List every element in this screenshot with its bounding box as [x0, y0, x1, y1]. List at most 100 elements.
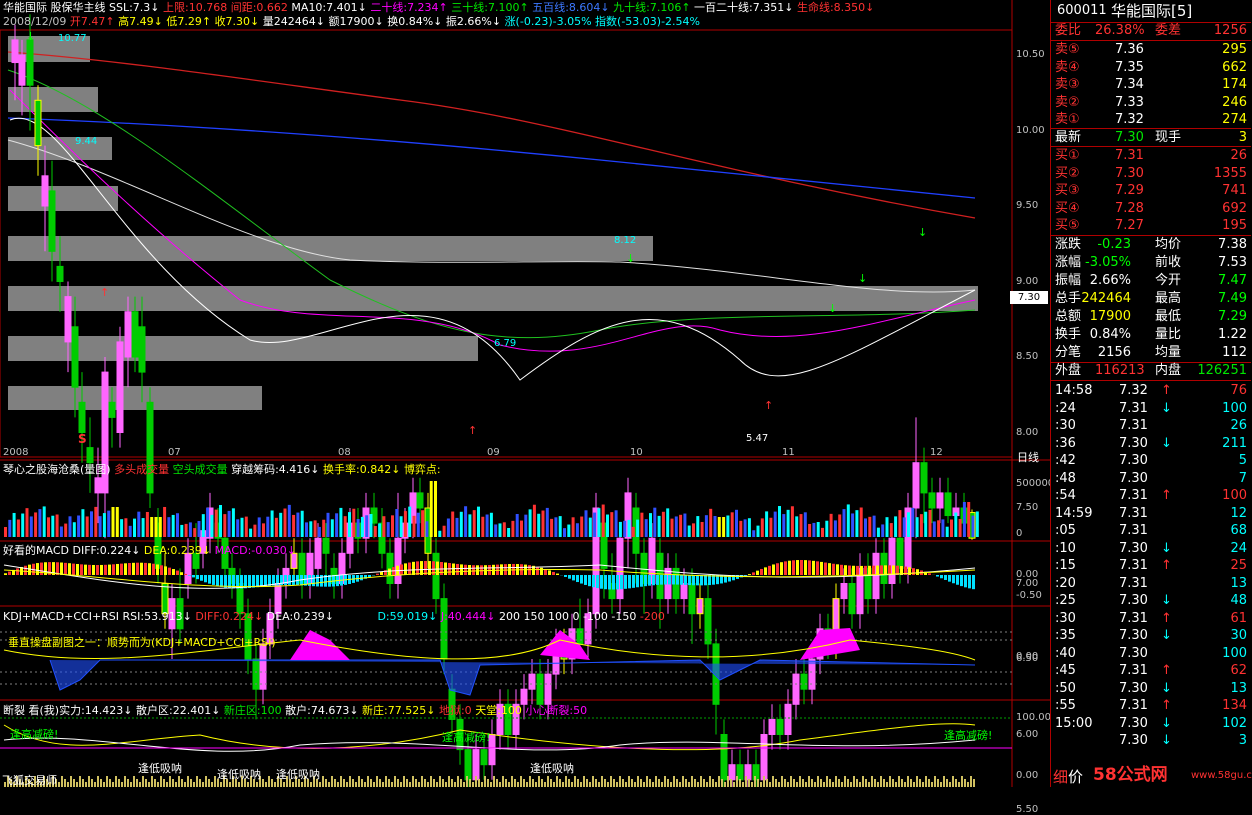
macd-bar-up [460, 564, 463, 575]
stat-row[interactable]: 总额17900最低7.29 [1051, 307, 1251, 326]
buy-row[interactable]: 买⑤7.27195 [1051, 216, 1251, 235]
sell-row[interactable]: 卖②7.33246 [1051, 93, 1251, 112]
tick-row[interactable]: :357.30↓30 [1051, 627, 1251, 644]
tick-row[interactable]: 14:597.3112 [1051, 505, 1251, 522]
tick-row[interactable]: :557.31↑134 [1051, 697, 1251, 714]
break-bar [403, 776, 405, 787]
tick-row[interactable]: :367.30↓211 [1051, 435, 1251, 452]
break-bar [361, 779, 363, 787]
volume-bar [516, 514, 519, 537]
volume-bar [580, 517, 583, 537]
candle-body [473, 750, 479, 780]
volume-bar [361, 517, 364, 537]
tick-row[interactable]: :307.31↑61 [1051, 610, 1251, 627]
break-bar [715, 782, 717, 787]
macd-bar-down [708, 575, 711, 585]
tick-time: :35 [1055, 627, 1076, 644]
break-bar [838, 779, 840, 787]
buy-volume: 692 [1222, 199, 1247, 218]
tick-row[interactable]: :247.31↓100 [1051, 400, 1251, 417]
volume-bar [262, 523, 265, 537]
candle-body [841, 584, 847, 599]
tick-row[interactable]: 7.30↓3 [1051, 732, 1251, 749]
stat-value: 2.66% [1090, 271, 1131, 290]
volume-bar [632, 527, 635, 537]
break-bar [745, 776, 747, 787]
volume-bar [167, 517, 170, 537]
stat-label: 分笔 [1055, 343, 1081, 362]
volume-bar [739, 521, 742, 537]
candle-body [921, 463, 927, 493]
break-bar [70, 776, 72, 787]
weibi-row: 委比 26.38% 委差 1256 [1051, 21, 1251, 40]
sell-row[interactable]: 卖④7.35662 [1051, 58, 1251, 77]
break-bar [175, 782, 177, 787]
macd-bar-up [776, 563, 779, 575]
tick-row[interactable]: :427.305 [1051, 452, 1251, 469]
macd-bar-up [8, 572, 11, 575]
quote-panel: 600011 华能国际[5] 委比 26.38% 委差 1256 卖⑤7.362… [1050, 0, 1252, 787]
stock-code: 600011 [1057, 0, 1107, 22]
sell-volume: 295 [1222, 40, 1247, 59]
buy-row[interactable]: 买④7.28692 [1051, 199, 1251, 218]
tick-row[interactable]: 14:587.32↑76 [1051, 382, 1251, 399]
tick-row[interactable]: :057.3168 [1051, 522, 1251, 539]
tick-row[interactable]: :157.31↑25 [1051, 557, 1251, 574]
break-bar [301, 782, 303, 787]
volume-bar [176, 513, 179, 537]
break-bar [73, 779, 75, 787]
sell-row[interactable]: 卖③7.34174 [1051, 75, 1251, 94]
tick-row[interactable]: 15:007.30↓102 [1051, 715, 1251, 732]
volume-bar [438, 531, 441, 537]
break-bar [319, 782, 321, 787]
stat-row[interactable]: 总手242464最高7.49 [1051, 289, 1251, 308]
period-label[interactable]: 日线 [1017, 449, 1039, 465]
volume-bar [550, 519, 553, 537]
tick-row[interactable]: :107.30↓24 [1051, 540, 1251, 557]
candle-body [873, 553, 879, 598]
tab-price[interactable]: 价 [1068, 768, 1083, 786]
kdj-d: D:59.019↓ [377, 610, 437, 623]
price-chart[interactable]: ↓↓↓↓↓↑↑↑ [0, 0, 1050, 787]
stat-row[interactable]: 振幅2.66%今开7.47 [1051, 271, 1251, 290]
tick-row[interactable]: :407.30100 [1051, 645, 1251, 662]
buy-row[interactable]: 买③7.29741 [1051, 181, 1251, 200]
break-bar [187, 776, 189, 787]
volume-bar [81, 509, 84, 537]
macd-bar-up [84, 565, 87, 575]
stat-row[interactable]: 换手0.84%量比1.22 [1051, 325, 1251, 344]
stat-row[interactable]: 分笔2156均量112 [1051, 343, 1251, 362]
stat-row[interactable]: 涨跌-0.23均价7.38 [1051, 235, 1251, 254]
tick-price: 7.32 [1119, 382, 1148, 399]
break-bar [577, 779, 579, 787]
break-bar [445, 782, 447, 787]
stat-row[interactable]: 涨幅-3.05%前收7.53 [1051, 253, 1251, 272]
break-bar [736, 776, 738, 787]
tick-row[interactable]: :487.307 [1051, 470, 1251, 487]
tick-row[interactable]: :457.31↑62 [1051, 662, 1251, 679]
volume-bar [847, 504, 850, 537]
sell-row[interactable]: 卖①7.32274 [1051, 110, 1251, 129]
break-bar [598, 782, 600, 787]
tick-volume: 13 [1230, 680, 1247, 697]
tick-row[interactable]: :207.3113 [1051, 575, 1251, 592]
tick-row[interactable]: :257.30↓48 [1051, 592, 1251, 609]
candle-body [801, 674, 807, 689]
line20-value: 二十线:7.234↑ [370, 1, 447, 14]
macd-bar-up [36, 563, 39, 575]
volume-bar [451, 512, 454, 537]
volume-bar [709, 509, 712, 537]
break-bar [547, 776, 549, 787]
tick-direction: ↑ [1161, 662, 1172, 679]
tick-row[interactable]: :307.3126 [1051, 417, 1251, 434]
tick-time: :45 [1055, 662, 1076, 679]
tick-row[interactable]: :507.30↓13 [1051, 680, 1251, 697]
tab-detail[interactable]: 细 [1053, 768, 1068, 786]
buy-row[interactable]: 买①7.3126 [1051, 146, 1251, 165]
volume-bar [94, 507, 97, 537]
buy-row[interactable]: 买②7.301355 [1051, 164, 1251, 183]
tick-row[interactable]: :547.31↑100 [1051, 487, 1251, 504]
sell-row[interactable]: 卖⑤7.36295 [1051, 40, 1251, 59]
stat-label: 量比 [1155, 325, 1181, 344]
volume-bar [825, 521, 828, 537]
